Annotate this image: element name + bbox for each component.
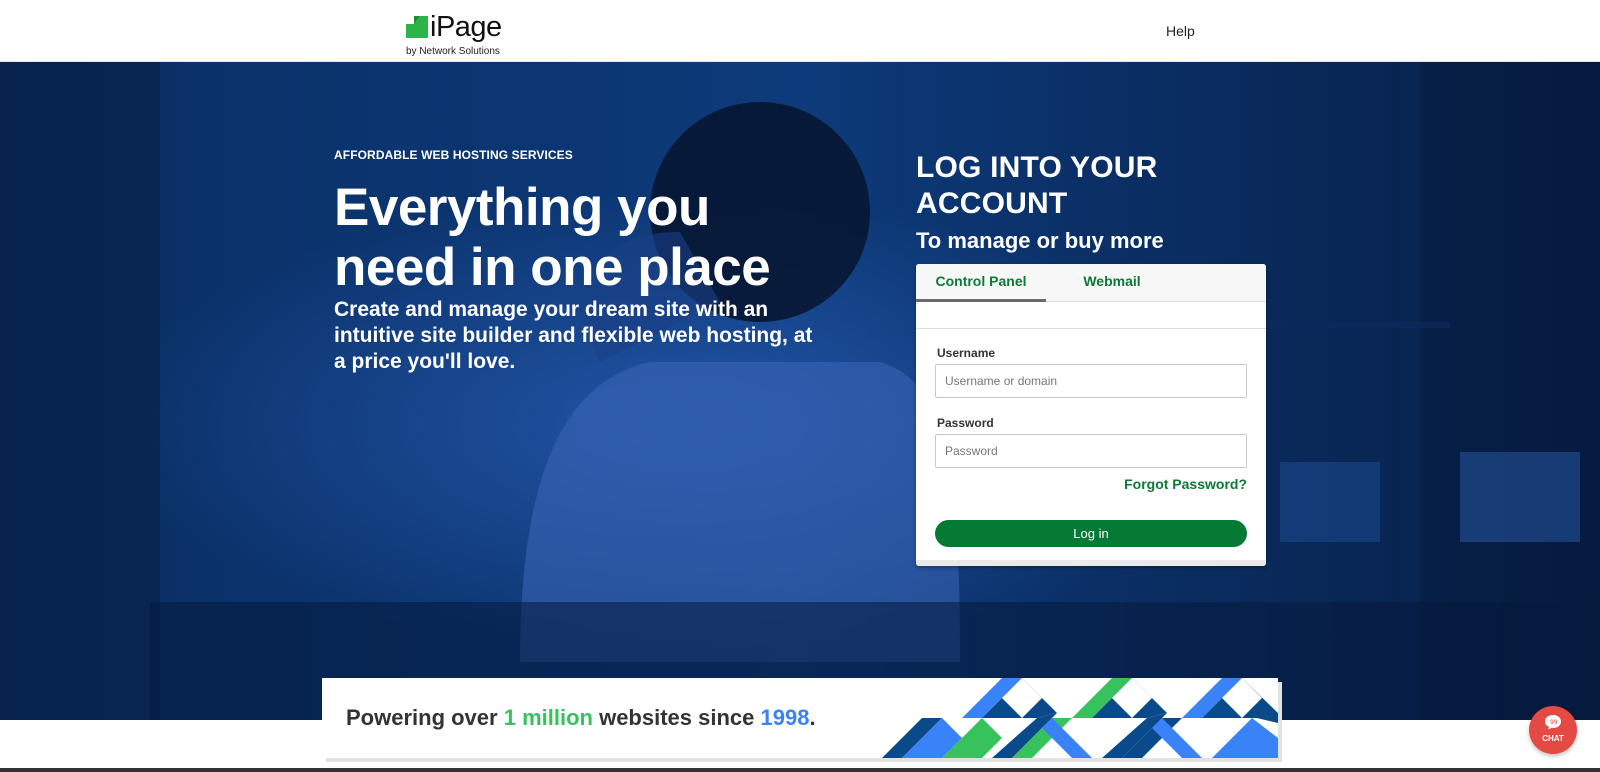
banner-highlight-year: 1998 bbox=[760, 705, 810, 730]
help-link[interactable]: Help bbox=[1166, 23, 1195, 39]
banner-text-part: . bbox=[809, 705, 816, 730]
banner-highlight-sites: 1 million bbox=[503, 705, 593, 730]
logo-subtitle: by Network Solutions bbox=[406, 46, 500, 57]
login-card: Control Panel Webmail Username Password … bbox=[916, 264, 1266, 566]
tab-webmail[interactable]: Webmail bbox=[1062, 264, 1162, 302]
logo-wordmark: iPage bbox=[430, 11, 502, 43]
tab-control-panel[interactable]: Control Panel bbox=[916, 264, 1046, 302]
login-title: LOG INTO YOUR ACCOUNT bbox=[916, 151, 1158, 220]
chat-bubble-icon: 99 bbox=[1545, 715, 1561, 730]
chat-label: CHAT bbox=[1542, 734, 1564, 743]
card-divider bbox=[916, 328, 1266, 329]
card-footer-bar bbox=[916, 560, 1266, 566]
banner-text-part: websites since bbox=[592, 705, 761, 730]
chat-button[interactable]: 99 CHAT bbox=[1529, 706, 1577, 754]
hero-section: AFFORDABLE WEB HOSTING SERVICES Everythi… bbox=[0, 62, 1600, 720]
username-input[interactable] bbox=[935, 364, 1247, 398]
hero-eyebrow: AFFORDABLE WEB HOSTING SERVICES bbox=[334, 148, 573, 162]
banner-pattern-graphic bbox=[882, 678, 1278, 758]
ipage-logo-icon bbox=[406, 16, 428, 38]
login-tabs: Control Panel Webmail bbox=[916, 264, 1266, 302]
username-label: Username bbox=[937, 346, 996, 360]
hero-background-image bbox=[0, 62, 1600, 720]
login-button[interactable]: Log in bbox=[935, 520, 1247, 547]
banner-text: Powering over 1 million websites since 1… bbox=[346, 705, 816, 731]
password-input[interactable] bbox=[935, 434, 1247, 468]
stats-banner: Powering over 1 million websites since 1… bbox=[322, 678, 1278, 758]
login-subtitle: To manage or buy more bbox=[916, 228, 1164, 253]
svg-text:99: 99 bbox=[1550, 719, 1558, 726]
forgot-password-link[interactable]: Forgot Password? bbox=[1124, 476, 1247, 492]
site-header: iPage by Network Solutions Help bbox=[0, 0, 1600, 62]
hero-subheadline: Create and manage your dream site with a… bbox=[334, 298, 813, 373]
hero-headline: Everything you need in one place bbox=[334, 178, 771, 297]
password-label: Password bbox=[937, 416, 994, 430]
banner-text-part: Powering over bbox=[346, 705, 504, 730]
page-bottom-border bbox=[0, 768, 1600, 772]
ipage-logo[interactable]: iPage by Network Solutions bbox=[406, 12, 516, 60]
